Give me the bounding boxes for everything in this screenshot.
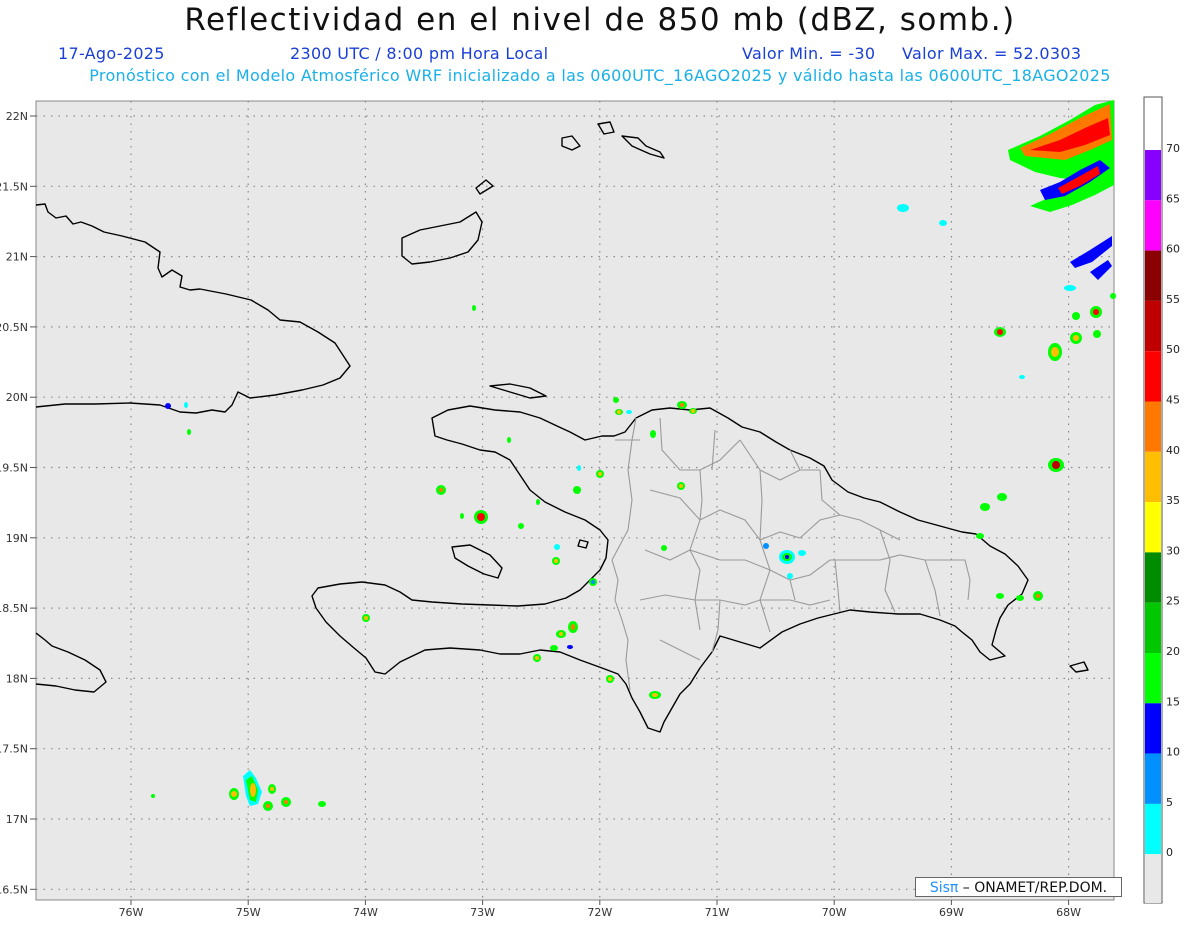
longitude-labels: 76W 75W 74W 73W 72W 71W 70W 69W 68W — [119, 900, 1081, 919]
colorbar-label: 65 — [1166, 192, 1180, 205]
lon-tick-label: 72W — [587, 906, 612, 919]
lat-tick-label: 18N — [6, 672, 28, 685]
lat-tick-label: 17.5N — [0, 743, 28, 756]
lat-tick-label: 20N — [6, 391, 28, 404]
colorbar: 7065605550454035302520151050 — [1143, 96, 1180, 904]
lat-tick-label: 21.5N — [0, 180, 28, 193]
lon-tick-label: 76W — [119, 906, 144, 919]
colorbar-swatch — [1145, 552, 1161, 603]
lat-tick-label: 21N — [6, 251, 28, 264]
lat-tick-label: 20.5N — [0, 321, 28, 334]
colorbar-label: 30 — [1166, 544, 1180, 557]
lon-tick-label: 75W — [236, 906, 261, 919]
lon-tick-label: 73W — [470, 906, 495, 919]
lon-tick-label: 70W — [822, 906, 847, 919]
lon-tick-label: 69W — [939, 906, 964, 919]
lat-tick-label: 16.5N — [0, 883, 28, 896]
colorbar-swatch — [1145, 653, 1161, 704]
colorbar-label: 55 — [1166, 293, 1180, 306]
credit-text: – ONAMET/REP.DOM. — [958, 880, 1108, 896]
colorbar-swatch — [1145, 351, 1161, 402]
colorbar-swatch — [1145, 401, 1161, 452]
colorbar-swatch — [1145, 451, 1161, 503]
colorbar-label: 25 — [1166, 595, 1180, 608]
colorbar-swatch — [1145, 300, 1161, 352]
colorbar-label: 5 — [1166, 796, 1173, 809]
lon-tick-label: 74W — [353, 906, 378, 919]
colorbar-swatch — [1145, 250, 1161, 301]
colorbar-swatch — [1145, 602, 1161, 653]
map-frame — [35, 100, 1115, 901]
latitude-labels: 22N 21.5N 21N 20.5N 20N 19.5N 19N 18.5N 18N 17.5N… — [0, 110, 36, 896]
lat-tick-label: 19.5N — [0, 462, 28, 475]
colorbar-label: 15 — [1166, 695, 1180, 708]
lon-tick-label: 68W — [1056, 906, 1081, 919]
colorbar-swatch — [1145, 703, 1161, 754]
colorbar-swatch — [1145, 502, 1161, 553]
reflectivity-map: 76W75W74W73W72W71W70W69W68W 22N21.5N21N2… — [0, 96, 1180, 919]
sis-logo: Sisπ — [929, 880, 959, 896]
credit-box: Sisπ – ONAMET/REP.DOM. — [915, 877, 1122, 897]
lat-tick-label: 22N — [6, 110, 28, 123]
colorbar-swatch — [1145, 150, 1161, 201]
colorbar-label: 0 — [1166, 846, 1173, 859]
colorbar-label: 10 — [1166, 746, 1180, 759]
colorbar-swatch — [1145, 753, 1161, 804]
colorbar-swatch — [1145, 803, 1161, 855]
lon-tick-label: 71W — [705, 906, 730, 919]
colorbar-label: 70 — [1166, 142, 1180, 155]
lat-tick-label: 19N — [6, 532, 28, 545]
lat-tick-label: 17N — [6, 813, 28, 826]
colorbar-label: 40 — [1166, 444, 1180, 457]
colorbar-label: 20 — [1166, 645, 1180, 658]
colorbar-swatch — [1145, 854, 1161, 903]
colorbar-label: 45 — [1166, 394, 1180, 407]
colorbar-label: 50 — [1166, 343, 1180, 356]
colorbar-swatch — [1145, 200, 1161, 251]
lat-tick-label: 18.5N — [0, 602, 28, 615]
colorbar-label: 35 — [1166, 494, 1180, 507]
colorbar-label: 60 — [1166, 243, 1180, 256]
